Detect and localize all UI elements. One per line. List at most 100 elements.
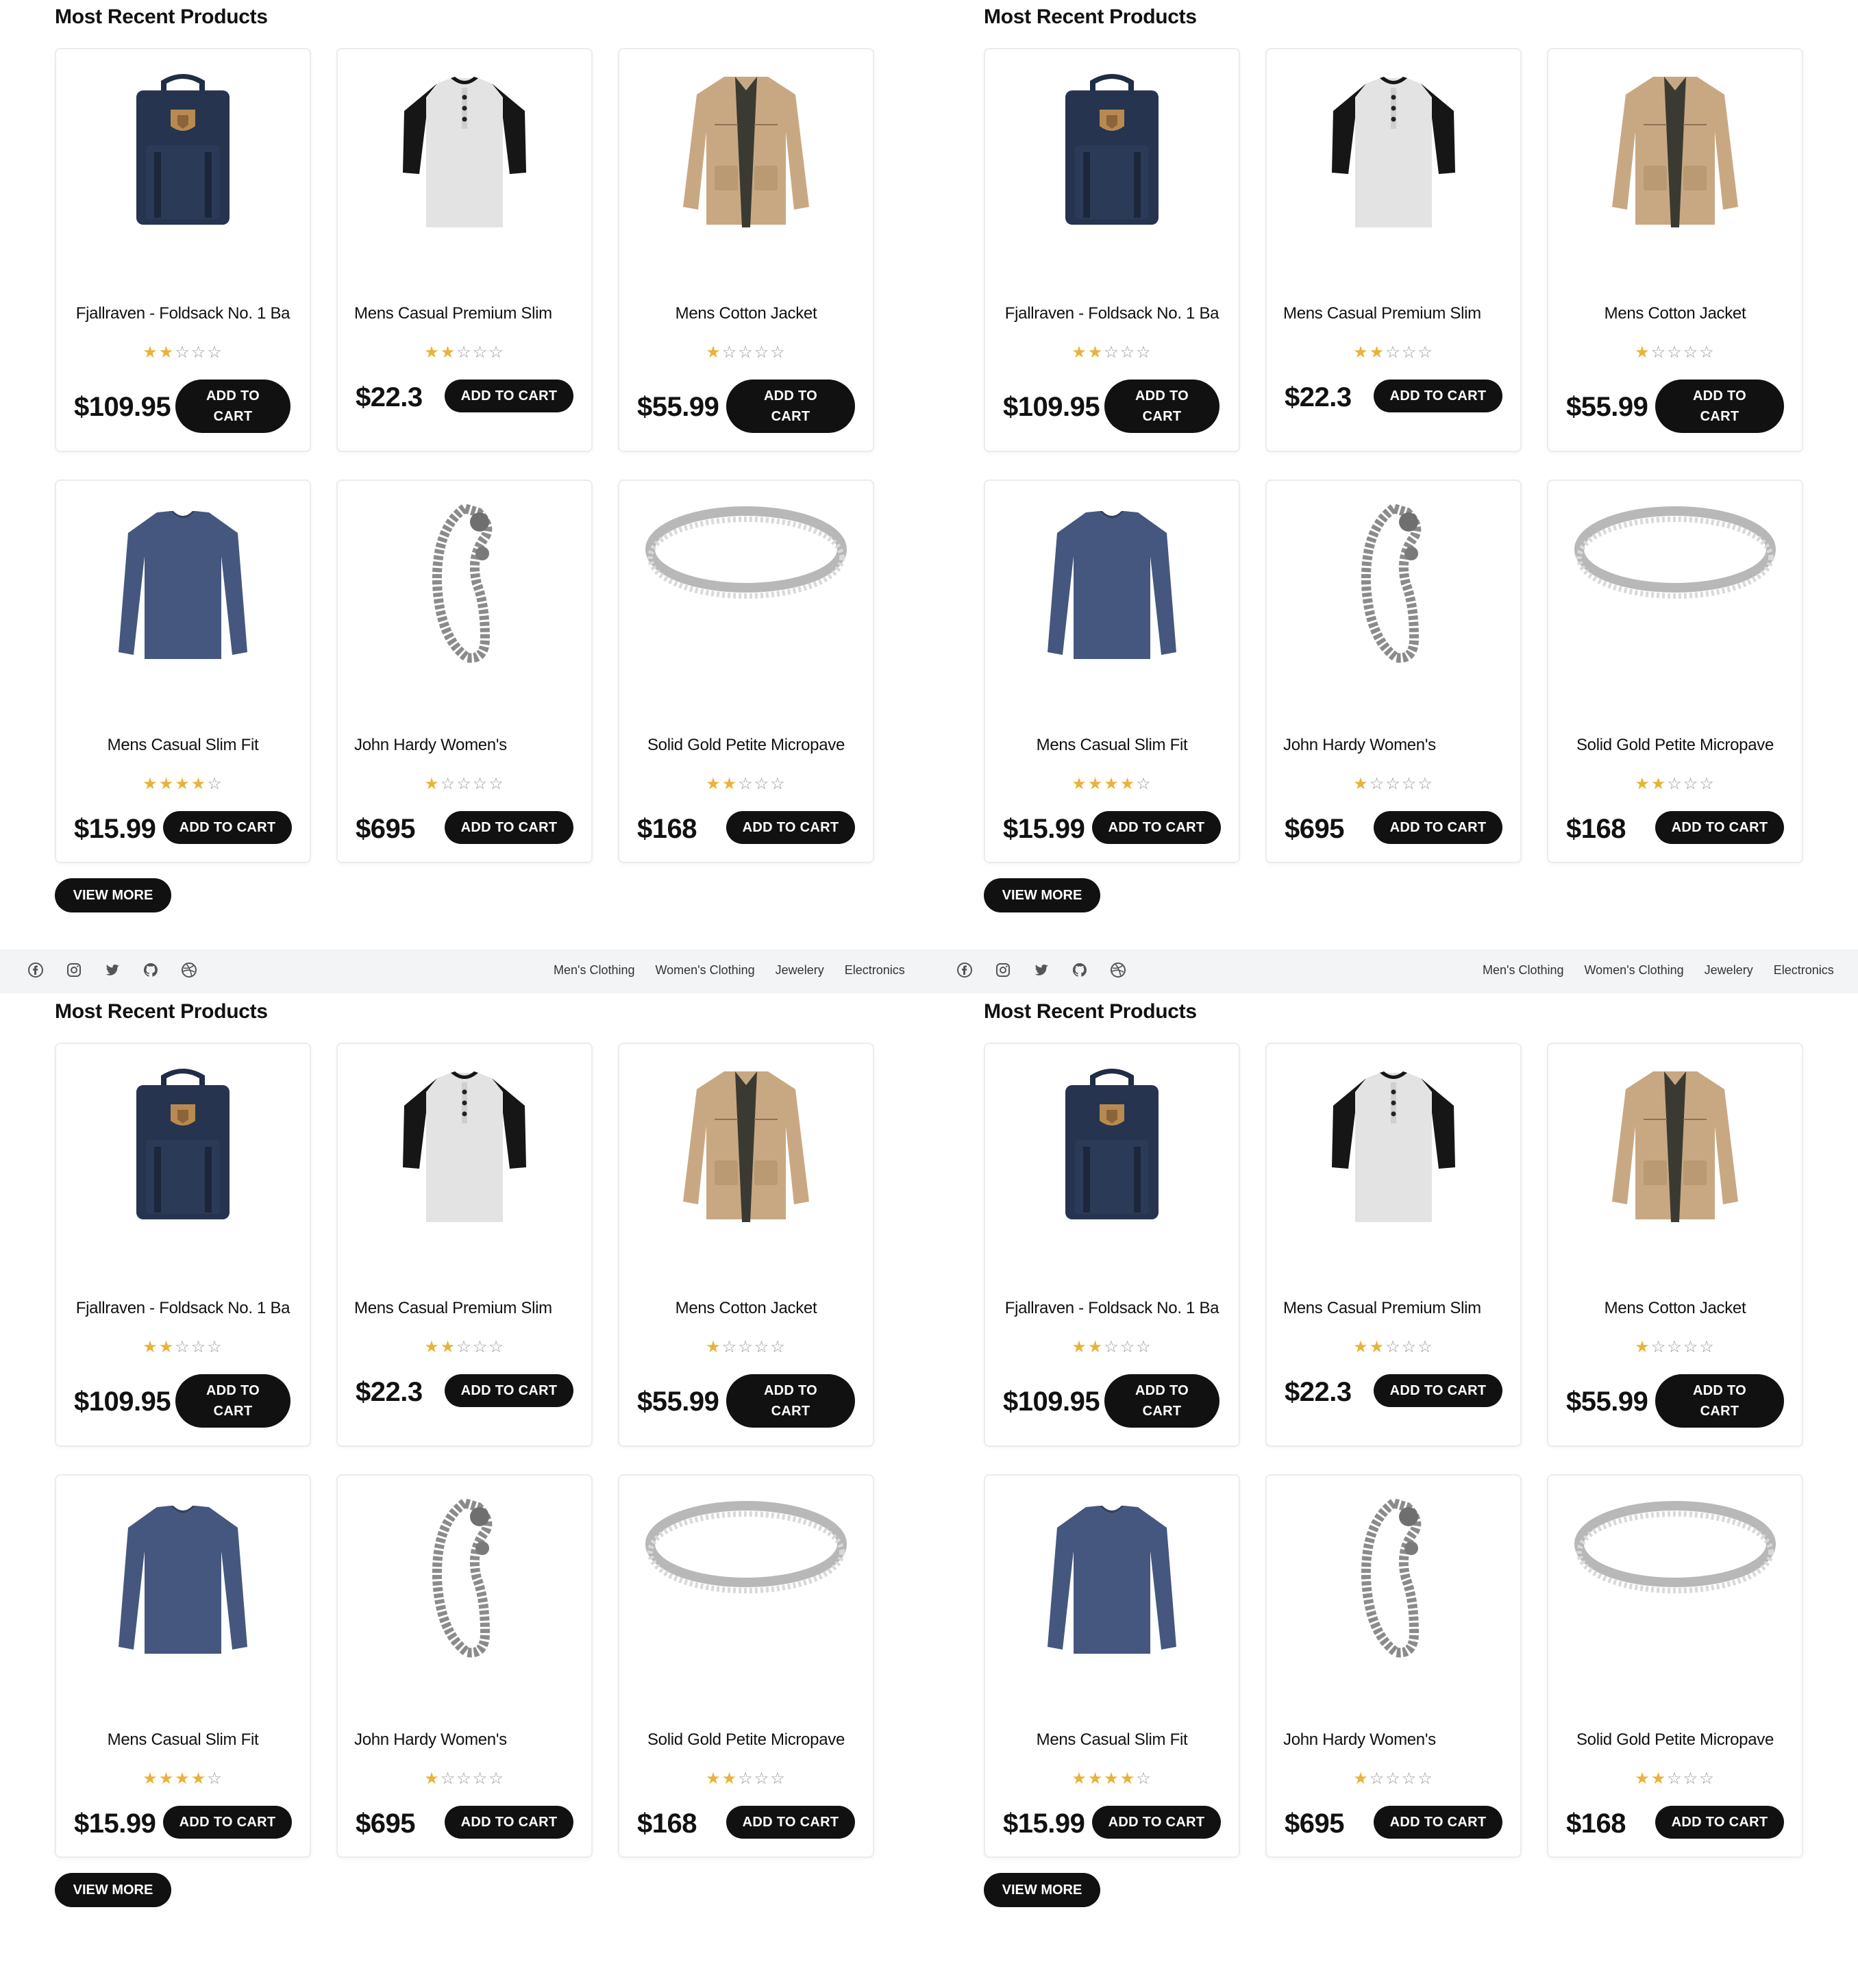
product-name[interactable]: John Hardy Women's <box>354 1730 575 1754</box>
product-card[interactable]: Solid Gold Petite Micropave ★★☆☆☆ $168 A… <box>1547 480 1803 863</box>
facebook-icon[interactable] <box>27 962 44 978</box>
footer-link[interactable]: Jewelery <box>776 963 824 978</box>
add-to-cart-button[interactable]: ADD TO CART <box>445 1374 573 1407</box>
add-to-cart-button[interactable]: ADD TO CART <box>445 811 573 844</box>
product-name[interactable]: Mens Casual Premium Slim <box>354 304 575 327</box>
footer-link[interactable]: Jewelery <box>1705 963 1753 978</box>
instagram-icon[interactable] <box>995 962 1011 978</box>
dribbble-icon[interactable] <box>181 962 197 978</box>
product-card[interactable]: Mens Casual Slim Fit ★★★★☆ $15.99 ADD TO… <box>55 480 311 863</box>
footer-link[interactable]: Women's Clothing <box>656 963 755 978</box>
product-card[interactable]: Mens Cotton Jacket ★☆☆☆☆ $55.99 ADD TO C… <box>618 1043 874 1447</box>
product-card[interactable]: Mens Casual Slim Fit ★★★★☆ $15.99 ADD TO… <box>984 480 1240 863</box>
add-to-cart-button[interactable]: ADD TO CART <box>1104 380 1219 433</box>
add-to-cart-button[interactable]: ADD TO CART <box>163 811 292 844</box>
view-more-button[interactable]: VIEW MORE <box>984 1873 1100 1907</box>
add-to-cart-button[interactable]: ADD TO CART <box>445 380 573 412</box>
product-name[interactable]: Mens Casual Premium Slim <box>1283 1299 1504 1322</box>
product-name[interactable]: John Hardy Women's <box>1283 1730 1504 1754</box>
slim-fit-tshirt-image[interactable] <box>985 1496 1239 1661</box>
micropave-ring-image[interactable] <box>619 1496 873 1661</box>
product-name[interactable]: Mens Cotton Jacket <box>636 1299 856 1322</box>
footer-link[interactable]: Men's Clothing <box>1483 963 1564 978</box>
product-name[interactable]: Mens Cotton Jacket <box>1565 1299 1785 1322</box>
product-card[interactable]: Mens Cotton Jacket ★☆☆☆☆ $55.99 ADD TO C… <box>1547 48 1803 452</box>
add-to-cart-button[interactable]: ADD TO CART <box>163 1806 292 1839</box>
product-card[interactable]: Mens Cotton Jacket ★☆☆☆☆ $55.99 ADD TO C… <box>618 48 874 452</box>
cotton-jacket-image[interactable] <box>619 70 873 234</box>
product-name[interactable]: Mens Casual Slim Fit <box>1002 1730 1222 1754</box>
product-name[interactable]: Mens Casual Slim Fit <box>1002 736 1222 759</box>
henley-shirt-image[interactable] <box>1267 1065 1520 1229</box>
product-card[interactable]: Solid Gold Petite Micropave ★★☆☆☆ $168 A… <box>618 1474 874 1858</box>
add-to-cart-button[interactable]: ADD TO CART <box>1655 1806 1784 1839</box>
add-to-cart-button[interactable]: ADD TO CART <box>726 380 855 433</box>
product-name[interactable]: Solid Gold Petite Micropave <box>636 1730 856 1754</box>
github-icon[interactable] <box>1072 962 1088 978</box>
product-card[interactable]: Solid Gold Petite Micropave ★★☆☆☆ $168 A… <box>618 480 874 863</box>
add-to-cart-button[interactable]: ADD TO CART <box>1655 380 1784 433</box>
product-name[interactable]: Fjallraven - Foldsack No. 1 Ba <box>1002 1299 1222 1322</box>
cotton-jacket-image[interactable] <box>1548 70 1802 234</box>
view-more-button[interactable]: VIEW MORE <box>984 878 1100 912</box>
micropave-ring-image[interactable] <box>1548 1496 1802 1661</box>
product-card[interactable]: John Hardy Women's ★☆☆☆☆ $695 ADD TO CAR… <box>1265 480 1522 863</box>
product-name[interactable]: John Hardy Women's <box>354 736 575 759</box>
product-card[interactable]: Fjallraven - Foldsack No. 1 Ba ★★☆☆☆ $10… <box>55 1043 311 1447</box>
add-to-cart-button[interactable]: ADD TO CART <box>1092 811 1221 844</box>
backpack-image[interactable] <box>985 1065 1239 1229</box>
backpack-image[interactable] <box>56 70 310 234</box>
product-name[interactable]: Solid Gold Petite Micropave <box>1565 1730 1785 1754</box>
product-name[interactable]: Mens Casual Premium Slim <box>1283 304 1504 327</box>
add-to-cart-button[interactable]: ADD TO CART <box>726 1806 855 1839</box>
product-card[interactable]: Fjallraven - Foldsack No. 1 Ba ★★☆☆☆ $10… <box>984 1043 1240 1447</box>
product-name[interactable]: Mens Cotton Jacket <box>1565 304 1785 327</box>
footer-link[interactable]: Electronics <box>845 963 905 978</box>
henley-shirt-image[interactable] <box>1267 70 1520 234</box>
twitter-icon[interactable] <box>104 962 121 978</box>
add-to-cart-button[interactable]: ADD TO CART <box>1374 380 1502 412</box>
add-to-cart-button[interactable]: ADD TO CART <box>1655 1374 1784 1428</box>
product-name[interactable]: Mens Casual Slim Fit <box>73 1730 293 1754</box>
backpack-image[interactable] <box>985 70 1239 234</box>
add-to-cart-button[interactable]: ADD TO CART <box>175 1374 290 1428</box>
product-card[interactable]: John Hardy Women's ★☆☆☆☆ $695 ADD TO CAR… <box>336 480 593 863</box>
product-card[interactable]: Mens Casual Premium Slim ★★☆☆☆ $22.3 ADD… <box>336 1043 593 1447</box>
add-to-cart-button[interactable]: ADD TO CART <box>1374 1806 1502 1839</box>
add-to-cart-button[interactable]: ADD TO CART <box>175 380 290 433</box>
henley-shirt-image[interactable] <box>338 70 591 234</box>
product-name[interactable]: Solid Gold Petite Micropave <box>636 736 856 759</box>
slim-fit-tshirt-image[interactable] <box>985 501 1239 666</box>
product-card[interactable]: Fjallraven - Foldsack No. 1 Ba ★★☆☆☆ $10… <box>984 48 1240 452</box>
henley-shirt-image[interactable] <box>338 1065 591 1229</box>
cotton-jacket-image[interactable] <box>619 1065 873 1229</box>
dribbble-icon[interactable] <box>1110 962 1126 978</box>
product-card[interactable]: Mens Casual Premium Slim ★★☆☆☆ $22.3 ADD… <box>1265 48 1522 452</box>
add-to-cart-button[interactable]: ADD TO CART <box>1092 1806 1221 1839</box>
twitter-icon[interactable] <box>1033 962 1050 978</box>
add-to-cart-button[interactable]: ADD TO CART <box>726 1374 855 1428</box>
product-name[interactable]: Fjallraven - Foldsack No. 1 Ba <box>1002 304 1222 327</box>
product-name[interactable]: Mens Casual Premium Slim <box>354 1299 575 1322</box>
micropave-ring-image[interactable] <box>619 501 873 666</box>
product-card[interactable]: John Hardy Women's ★☆☆☆☆ $695 ADD TO CAR… <box>1265 1474 1522 1858</box>
product-card[interactable]: Mens Cotton Jacket ★☆☆☆☆ $55.99 ADD TO C… <box>1547 1043 1803 1447</box>
product-name[interactable]: Fjallraven - Foldsack No. 1 Ba <box>73 304 293 327</box>
add-to-cart-button[interactable]: ADD TO CART <box>1104 1374 1219 1428</box>
backpack-image[interactable] <box>56 1065 310 1229</box>
add-to-cart-button[interactable]: ADD TO CART <box>1374 811 1502 844</box>
facebook-icon[interactable] <box>956 962 973 978</box>
view-more-button[interactable]: VIEW MORE <box>55 878 171 912</box>
product-card[interactable]: John Hardy Women's ★☆☆☆☆ $695 ADD TO CAR… <box>336 1474 593 1858</box>
product-card[interactable]: Fjallraven - Foldsack No. 1 Ba ★★☆☆☆ $10… <box>55 48 311 452</box>
slim-fit-tshirt-image[interactable] <box>56 501 310 666</box>
product-name[interactable]: Solid Gold Petite Micropave <box>1565 736 1785 759</box>
micropave-ring-image[interactable] <box>1548 501 1802 666</box>
product-name[interactable]: Mens Casual Slim Fit <box>73 736 293 759</box>
dragon-bracelet-image[interactable] <box>338 501 591 666</box>
slim-fit-tshirt-image[interactable] <box>56 1496 310 1661</box>
add-to-cart-button[interactable]: ADD TO CART <box>726 811 855 844</box>
add-to-cart-button[interactable]: ADD TO CART <box>445 1806 573 1839</box>
product-card[interactable]: Mens Casual Premium Slim ★★☆☆☆ $22.3 ADD… <box>336 48 593 452</box>
product-card[interactable]: Solid Gold Petite Micropave ★★☆☆☆ $168 A… <box>1547 1474 1803 1858</box>
